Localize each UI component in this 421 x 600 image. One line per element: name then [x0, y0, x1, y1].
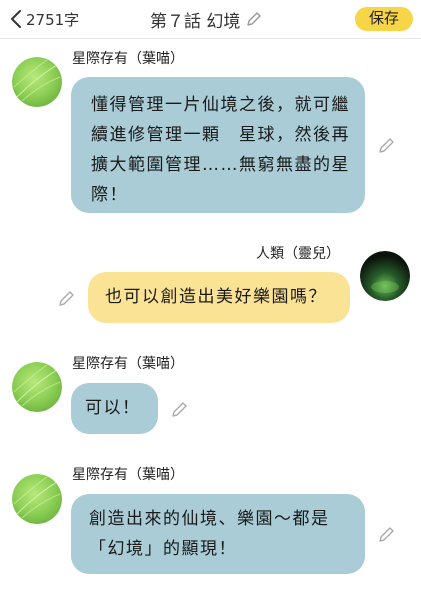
word-count: 2751字 [26, 10, 80, 29]
back-button[interactable]: 2751字 [10, 7, 79, 31]
sender-name: 星際存有（葉喵） [72, 356, 184, 372]
pencil-icon[interactable] [246, 11, 262, 27]
avatar-orb[interactable] [360, 251, 410, 301]
pencil-icon[interactable] [378, 136, 396, 154]
message-bubble[interactable]: 創造出來的仙境、樂園～都是「幻境」的顯現！ [71, 494, 365, 574]
message-bubble[interactable]: 懂得管理一片仙境之後，就可繼續進修管理一顆 星球，然後再擴大範圍管理……無窮無盡… [71, 77, 365, 213]
sender-name: 人類（靈兒） [256, 246, 340, 262]
save-button[interactable]: 保存 [355, 7, 413, 31]
pencil-icon[interactable] [58, 289, 76, 307]
pencil-icon[interactable] [378, 525, 396, 543]
pencil-icon[interactable] [171, 400, 189, 418]
chapter-title: 第７話 幻境 [150, 11, 241, 32]
orb-avatar-icon [360, 251, 410, 301]
avatar-leaf[interactable] [12, 57, 62, 107]
sender-name: 星際存有（葉喵） [72, 51, 184, 67]
message-bubble[interactable]: 也可以創造出美好樂園嗎？ [88, 272, 350, 323]
leaf-avatar-icon [12, 362, 62, 412]
chevron-left-icon [11, 10, 21, 28]
header-divider [0, 38, 421, 39]
leaf-avatar-icon [12, 474, 62, 524]
leaf-avatar-icon [12, 57, 62, 107]
avatar-leaf[interactable] [12, 474, 62, 524]
title-area[interactable]: 第７話 幻境 [150, 7, 262, 32]
top-bar: 2751字 第７話 幻境 保存 [0, 0, 421, 38]
message-bubble[interactable]: 可以！ [71, 383, 158, 434]
sender-name: 星際存有（葉喵） [72, 467, 184, 483]
avatar-leaf[interactable] [12, 362, 62, 412]
